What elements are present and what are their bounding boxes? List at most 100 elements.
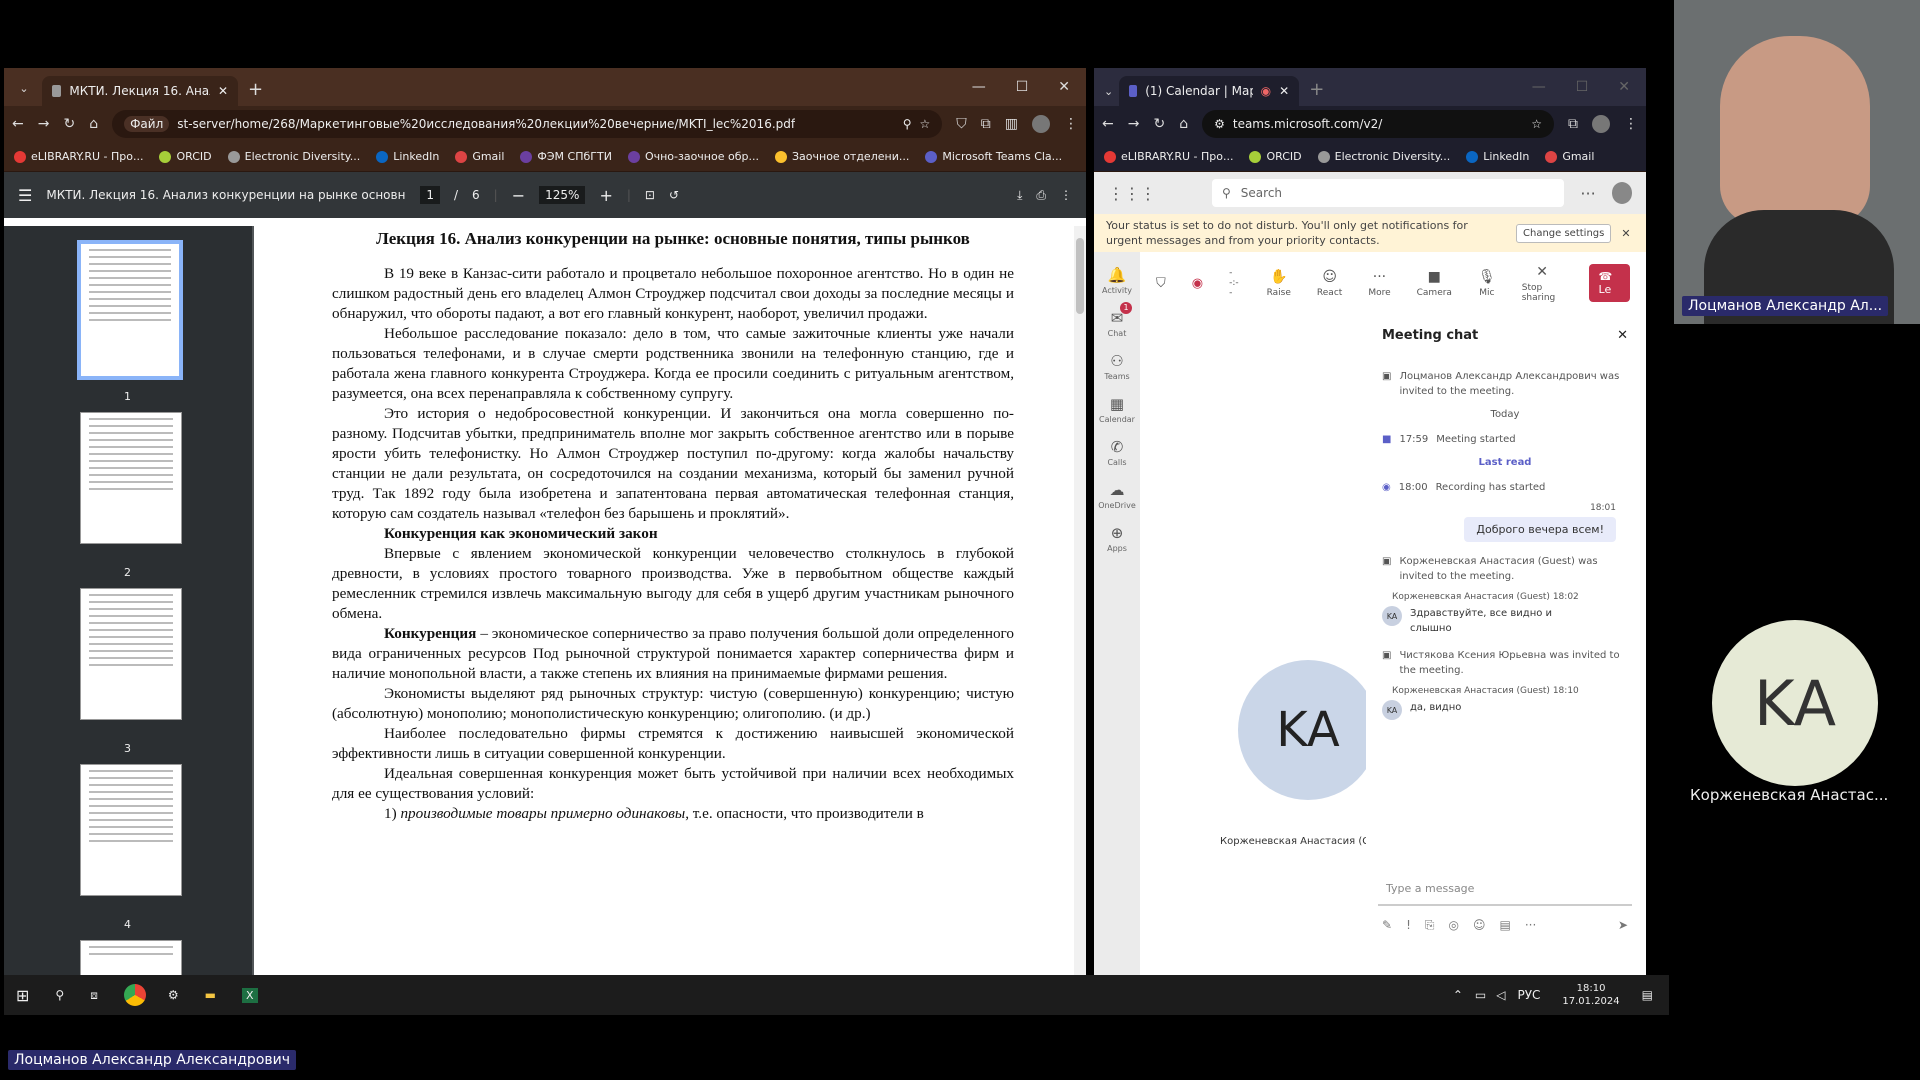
maximize-icon[interactable]: ☐ [1016, 79, 1029, 95]
bookmark[interactable]: eLIBRARY.RU - Про... [1104, 150, 1233, 163]
thumbnail-1[interactable] [77, 240, 183, 380]
rail-onedrive[interactable]: ☁ OneDrive [1094, 481, 1140, 510]
maximize-icon[interactable]: ☐ [1576, 79, 1589, 95]
more-options-icon[interactable]: ··· [1525, 918, 1536, 933]
excel-icon[interactable]: X [241, 987, 258, 1003]
tab-teams[interactable]: (1) Calendar | Маркетингс ◉ ✕ [1119, 76, 1300, 106]
menu-icon[interactable]: ⋮ [1064, 116, 1078, 132]
forward-icon[interactable]: → [38, 116, 50, 132]
tab-search-icon[interactable]: ⌄ [12, 76, 36, 100]
tab-search-icon[interactable]: ⌄ [1104, 85, 1113, 98]
send-icon[interactable]: ➤ [1618, 918, 1628, 933]
close-tab-icon[interactable]: ✕ [218, 84, 228, 98]
home-icon[interactable]: ⌂ [89, 116, 98, 132]
page-number-input[interactable]: 1 [420, 186, 440, 204]
close-window-icon[interactable]: ✕ [1058, 79, 1070, 95]
new-tab-icon[interactable]: + [248, 79, 263, 100]
bookmark[interactable]: ORCID [159, 150, 212, 163]
close-tab-icon[interactable]: ✕ [1279, 84, 1289, 98]
language-indicator[interactable]: РУС [1517, 988, 1540, 1002]
more-icon[interactable]: ··· [1580, 184, 1595, 203]
minimize-icon[interactable]: — [972, 79, 986, 95]
bookmark[interactable]: Gmail [455, 150, 504, 163]
profile-avatar[interactable] [1032, 115, 1050, 133]
shield-icon[interactable]: ⛉ [956, 116, 967, 132]
download-icon[interactable]: ⤓ [1017, 188, 1022, 203]
bookmark[interactable]: Заочное отделени... [774, 150, 909, 163]
minimize-icon[interactable]: — [1532, 79, 1546, 95]
scrollbar-thumb[interactable] [1076, 238, 1084, 314]
rail-teams[interactable]: ⚇ Teams [1094, 352, 1140, 381]
bookmark[interactable]: Electronic Diversity... [227, 150, 360, 163]
tab-pdf[interactable]: МКТИ. Лекция 16. Анализ ко ✕ [42, 76, 238, 106]
loop-icon[interactable]: ◎ [1448, 918, 1458, 933]
app-launcher-icon[interactable]: ⋮⋮⋮ [1108, 184, 1156, 203]
tray-icon[interactable]: ⌃ [1453, 988, 1463, 1002]
network-icon[interactable]: ▭ [1475, 988, 1486, 1002]
reload-icon[interactable]: ↻ [63, 116, 75, 132]
rail-activity[interactable]: 🔔 Activity [1094, 266, 1140, 295]
close-window-icon[interactable]: ✕ [1618, 79, 1630, 95]
home-icon[interactable]: ⌂ [1179, 116, 1188, 132]
pdf-more-icon[interactable]: ⋮ [1060, 188, 1072, 202]
camera-button[interactable]: ■ Camera [1417, 269, 1452, 298]
app-icon[interactable]: ⚙ [168, 988, 179, 1002]
search-field[interactable]: ⚲ Search [1212, 179, 1565, 207]
forward-icon[interactable]: → [1128, 116, 1140, 132]
leave-button[interactable]: ☎ Le [1588, 264, 1630, 302]
more-button[interactable]: ··· More [1368, 269, 1390, 298]
bookmark[interactable]: LinkedIn [1466, 150, 1529, 163]
url-field[interactable]: ⚙ teams.microsoft.com/v2/ ☆ [1202, 110, 1554, 138]
notifications-icon[interactable]: ▤ [1642, 988, 1653, 1002]
user-avatar[interactable] [1611, 182, 1632, 204]
menu-icon[interactable]: ⋮ [1624, 116, 1638, 132]
change-settings-button[interactable]: Change settings [1516, 223, 1612, 243]
clock[interactable]: 18:10 17.01.2024 [1562, 982, 1619, 1008]
star-icon[interactable]: ☆ [1531, 117, 1542, 131]
zoom-out-icon[interactable]: − [512, 186, 525, 205]
rail-apps[interactable]: ⊕ Apps [1094, 524, 1140, 553]
bookmark[interactable]: Очно-заочное обр... [627, 150, 759, 163]
priority-icon[interactable]: ! [1406, 918, 1411, 933]
bookmark[interactable]: eLIBRARY.RU - Про... [14, 150, 143, 163]
chrome-icon[interactable] [123, 984, 146, 1006]
zoom-icon[interactable]: ⚲ [903, 117, 912, 131]
raise-button[interactable]: ✋ Raise [1267, 269, 1291, 298]
bookmark[interactable]: Electronic Diversity... [1317, 150, 1450, 163]
bookmark[interactable]: ФЭМ СПбГТИ [520, 150, 612, 163]
reload-icon[interactable]: ↻ [1153, 116, 1165, 132]
bookmark[interactable]: LinkedIn [376, 150, 439, 163]
back-icon[interactable]: ← [1102, 116, 1114, 132]
extensions-icon[interactable]: ⧉ [981, 116, 991, 132]
vertical-scrollbar[interactable] [1074, 226, 1086, 975]
search-icon[interactable]: ⚲ [55, 988, 64, 1002]
emoji-icon[interactable]: ☺ [1473, 918, 1486, 933]
pdf-menu-icon[interactable]: ☰ [18, 186, 32, 205]
volume-icon[interactable]: ◁ [1496, 988, 1505, 1002]
bookmark[interactable]: ORCID [1249, 150, 1302, 163]
thumbnail-5[interactable] [80, 940, 182, 975]
rotate-icon[interactable]: ↺ [669, 188, 679, 202]
extensions-icon[interactable]: ⧉ [1568, 116, 1578, 132]
format-icon[interactable]: ✎ [1382, 918, 1392, 933]
rail-calls[interactable]: ✆ Calls [1094, 438, 1140, 467]
close-chat-icon[interactable]: ✕ [1617, 328, 1628, 343]
zoom-input[interactable]: 125% [539, 186, 586, 204]
task-view-icon[interactable]: ⧈ [90, 988, 98, 1003]
gif-icon[interactable]: ▤ [1499, 918, 1510, 933]
print-icon[interactable]: ⎙ [1036, 188, 1046, 203]
site-info-icon[interactable]: ⚙ [1214, 117, 1225, 131]
message-input[interactable]: Type a message [1378, 874, 1632, 906]
profile-avatar[interactable] [1592, 115, 1610, 133]
fit-page-icon[interactable]: ⊡ [645, 188, 655, 202]
rail-calendar[interactable]: ▦ Calendar [1094, 395, 1140, 424]
start-icon[interactable]: ⊞ [16, 986, 29, 1005]
thumbnail-4[interactable] [80, 764, 182, 896]
thumbnail-2[interactable] [80, 412, 182, 544]
back-icon[interactable]: ← [12, 116, 24, 132]
react-button[interactable]: ☺ React [1317, 269, 1342, 298]
zoom-in-icon[interactable]: + [599, 186, 612, 205]
stop-sharing-button[interactable]: ✕ Stop sharing [1522, 264, 1563, 303]
attach-icon[interactable]: ⎘ [1425, 918, 1435, 933]
rail-chat[interactable]: ✉ Chat [1094, 309, 1140, 338]
